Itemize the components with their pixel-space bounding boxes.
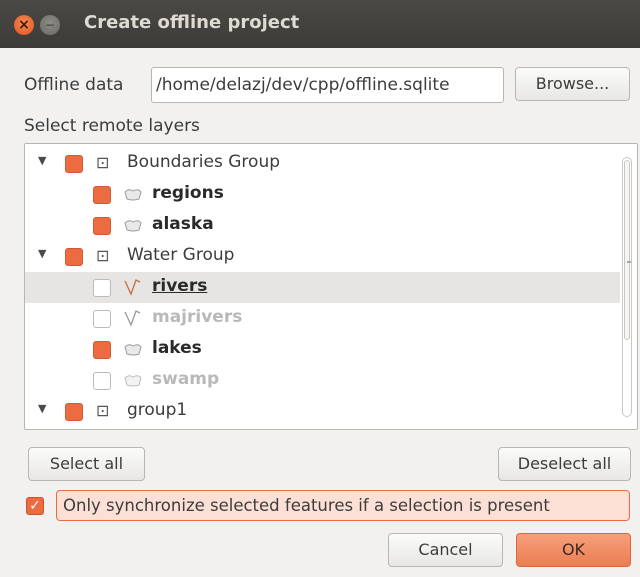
layer-label: alaska — [152, 214, 214, 234]
layer-label: majrivers — [152, 307, 243, 327]
tree-row-alaska[interactable]: alaska — [25, 210, 620, 241]
layer-checkbox[interactable] — [93, 186, 111, 204]
layer-label: rivers — [152, 276, 208, 296]
tree-row-water-group[interactable]: ▼ ⊡ Water Group — [25, 241, 620, 272]
group-icon: ⊡ — [96, 246, 110, 265]
expand-arrow-icon[interactable]: ▼ — [38, 248, 48, 259]
tree-row-swamp[interactable]: swamp — [25, 365, 620, 396]
ok-button[interactable]: OK — [516, 533, 631, 567]
layer-label: regions — [152, 183, 224, 203]
layer-label: swamp — [152, 369, 220, 389]
group-label: Water Group — [127, 245, 235, 265]
layer-tree[interactable]: ▼ ⊡ Boundaries Group regions alaska ▼ ⊡ … — [24, 143, 638, 430]
layer-checkbox[interactable] — [65, 403, 83, 421]
close-icon[interactable]: × — [14, 15, 34, 35]
layer-checkbox[interactable] — [65, 155, 83, 173]
sync-selected-label[interactable]: Only synchronize selected features if a … — [56, 490, 630, 521]
sync-selected-checkbox[interactable]: ✓ — [26, 497, 44, 515]
polygon-layer-icon — [124, 375, 142, 387]
tree-row-boundaries-group[interactable]: ▼ ⊡ Boundaries Group — [25, 148, 620, 179]
offline-data-field[interactable]: /home/delazj/dev/cpp/offline.sqlite — [151, 67, 504, 103]
layer-checkbox[interactable] — [93, 341, 111, 359]
window-title: Create offline project — [84, 12, 300, 33]
layer-checkbox[interactable] — [93, 279, 111, 297]
tree-row-regions[interactable]: regions — [25, 179, 620, 210]
polygon-layer-icon — [124, 220, 142, 232]
browse-button[interactable]: Browse... — [515, 67, 630, 101]
tree-row-group1[interactable]: ▼ ⊡ group1 — [25, 396, 620, 427]
layer-tree-scrollbar[interactable] — [619, 147, 635, 426]
tree-row-majrivers[interactable]: majrivers — [25, 303, 620, 334]
line-layer-icon — [124, 310, 141, 327]
offline-data-label: Offline data — [24, 75, 124, 95]
title-bar: × − Create offline project — [0, 0, 640, 48]
scrollbar-track[interactable] — [622, 157, 632, 417]
group-label: group1 — [127, 400, 188, 420]
polygon-layer-icon — [124, 344, 142, 356]
layer-checkbox[interactable] — [93, 217, 111, 235]
tree-row-lakes[interactable]: lakes — [25, 334, 620, 365]
select-all-button[interactable]: Select all — [28, 447, 145, 481]
deselect-all-button[interactable]: Deselect all — [498, 447, 631, 481]
group-icon: ⊡ — [96, 153, 110, 172]
layer-checkbox[interactable] — [93, 372, 111, 390]
line-layer-icon — [124, 279, 141, 296]
expand-arrow-icon[interactable]: ▼ — [38, 155, 48, 166]
expand-arrow-icon[interactable]: ▼ — [38, 403, 48, 414]
layer-label: lakes — [152, 338, 202, 358]
layer-checkbox[interactable] — [93, 310, 111, 328]
polygon-layer-icon — [124, 189, 142, 201]
group-label: Boundaries Group — [127, 152, 281, 172]
select-remote-layers-label: Select remote layers — [24, 116, 200, 136]
layer-checkbox[interactable] — [65, 248, 83, 266]
group-icon: ⊡ — [96, 401, 110, 420]
scrollbar-grip-icon — [627, 261, 631, 271]
tree-row-rivers[interactable]: rivers — [25, 272, 620, 303]
scrollbar-thumb[interactable] — [624, 160, 631, 340]
minimize-icon[interactable]: − — [40, 15, 60, 35]
cancel-button[interactable]: Cancel — [388, 533, 503, 567]
